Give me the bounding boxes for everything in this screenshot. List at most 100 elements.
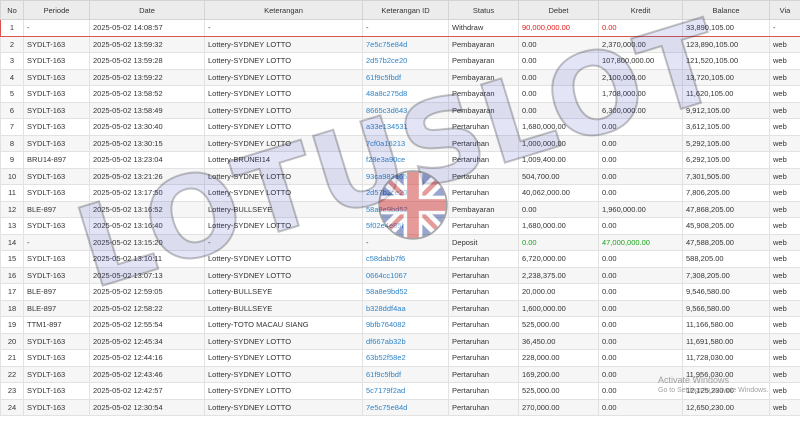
cell-kredit: 2,370,000.00: [598, 35, 683, 53]
table-row[interactable]: 16 SYDLT-163 2025-05-02 13:07:13 Lottery-SY…: [0, 266, 800, 284]
cell-kredit: 1,960,000.00: [598, 200, 683, 218]
cell-via: web: [769, 283, 800, 301]
cell-keterangan-id[interactable]: c58dabb7f6: [362, 250, 449, 268]
cell-balance: 47,588,205.00: [682, 233, 770, 251]
cell-status: Pertaruhan: [448, 316, 519, 334]
cell-keterangan-id[interactable]: f28e3a90ce: [362, 151, 449, 169]
table-row[interactable]: 5 SYDLT-163 2025-05-02 13:58:52 Lottery-SYD…: [0, 85, 800, 103]
table-row[interactable]: 12 BLE-897 2025-05-02 13:16:52 Lottery-BULL…: [0, 200, 800, 218]
cell-status: Deposit: [448, 233, 519, 251]
cell-via: web: [769, 167, 800, 185]
cell-via: web: [769, 365, 800, 383]
col-header-via[interactable]: Via: [769, 0, 800, 20]
col-header-status[interactable]: Status: [448, 0, 519, 20]
cell-no: 8: [0, 134, 24, 152]
cell-date: 2025-05-02 13:58:49: [89, 101, 205, 119]
cell-keterangan-id[interactable]: 0664cc1067: [362, 266, 449, 284]
cell-keterangan-id[interactable]: b328ddf4aa: [362, 299, 449, 317]
cell-keterangan: Lottery-SYDNEY LOTTO: [204, 250, 363, 268]
col-header-keterangan-id[interactable]: Keterangan ID: [362, 0, 449, 20]
col-header-no[interactable]: No: [0, 0, 24, 20]
cell-balance: 7,806,205.00: [682, 184, 770, 202]
table-row[interactable]: 14-2025-05-02 13:15:20- - Deposit 0.00 47,00…: [0, 233, 800, 251]
cell-debet: 6,720,000.00: [518, 250, 599, 268]
cell-no: 19: [0, 316, 24, 334]
table-row[interactable]: 19 TTM1-897 2025-05-02 12:55:54 Lottery-TOT…: [0, 316, 800, 334]
table-row[interactable]: 18 BLE-897 2025-05-02 12:58:22 Lottery-BULL…: [0, 299, 800, 317]
cell-status: Pertaruhan: [448, 283, 519, 301]
cell-debet: 20,000.00: [518, 283, 599, 301]
table-row[interactable]: 20 SYDLT-163 2025-05-02 12:45:34 Lottery-SY…: [0, 332, 800, 350]
cell-balance: 7,308,205.00: [682, 266, 770, 284]
cell-keterangan: Lottery-SYDNEY LOTTO: [204, 382, 363, 400]
cell-status: Pertaruhan: [448, 184, 519, 202]
cell-debet: 90,000,000.00: [518, 19, 599, 37]
cell-via: web: [769, 151, 800, 169]
cell-keterangan-id[interactable]: 2d57b2ce20: [362, 52, 449, 70]
cell-keterangan: Lottery-SYDNEY LOTTO: [204, 398, 363, 416]
col-header-kredit[interactable]: Kredit: [598, 0, 683, 20]
col-header-debet[interactable]: Debet: [518, 0, 599, 20]
cell-via: web: [769, 299, 800, 317]
table-row[interactable]: 8 SYDLT-163 2025-05-02 13:30:15 Lottery-SYD…: [0, 134, 800, 152]
cell-debet: 0.00: [518, 52, 599, 70]
cell-keterangan-id[interactable]: 61f9c5fbdf: [362, 365, 449, 383]
cell-debet: 270,000.00: [518, 398, 599, 416]
cell-balance: 5,292,105.00: [682, 134, 770, 152]
cell-no: 10: [0, 167, 24, 185]
cell-keterangan-id[interactable]: 48a8c275d8: [362, 85, 449, 103]
cell-status: Pertaruhan: [448, 266, 519, 284]
table-row[interactable]: 17 BLE-897 2025-05-02 12:59:05 Lottery-BULL…: [0, 283, 800, 301]
table-row[interactable]: 11 SYDLT-163 2025-05-02 13:17:50 Lottery-SY…: [0, 184, 800, 202]
cell-keterangan-id[interactable]: 5c7179f2ad: [362, 382, 449, 400]
col-header-periode[interactable]: Periode: [23, 0, 90, 20]
cell-keterangan-id: -: [362, 233, 449, 251]
table-row[interactable]: 9 BRU14-897 2025-05-02 13:23:04 Lottery-BRU…: [0, 151, 800, 169]
cell-date: 2025-05-02 13:59:28: [89, 52, 205, 70]
table-row[interactable]: 6 SYDLT-163 2025-05-02 13:58:49 Lottery-SYD…: [0, 101, 800, 119]
cell-keterangan-id[interactable]: 58a8e9bd52: [362, 283, 449, 301]
col-header-balance[interactable]: Balance: [682, 0, 770, 20]
cell-date: 2025-05-02 12:58:22: [89, 299, 205, 317]
table-row[interactable]: 15 SYDLT-163 2025-05-02 13:10:11 Lottery-SY…: [0, 250, 800, 268]
table-row[interactable]: 7 SYDLT-163 2025-05-02 13:30:40 Lottery-SYD…: [0, 118, 800, 136]
cell-debet: 169,200.00: [518, 365, 599, 383]
cell-via: web: [769, 35, 800, 53]
cell-periode: SYDLT-163: [23, 101, 90, 119]
table-row[interactable]: 22 SYDLT-163 2025-05-02 12:43:46 Lottery-SY…: [0, 365, 800, 383]
cell-via: web: [769, 266, 800, 284]
cell-keterangan-id[interactable]: 2d57b2ce20: [362, 184, 449, 202]
cell-keterangan-id[interactable]: 8665c3d643: [362, 101, 449, 119]
cell-via: web: [769, 68, 800, 86]
table-row[interactable]: 23 SYDLT-163 2025-05-02 12:42:57 Lottery-SY…: [0, 382, 800, 400]
cell-keterangan-id[interactable]: df667ab32b: [362, 332, 449, 350]
cell-keterangan-id[interactable]: 61f9c5fbdf: [362, 68, 449, 86]
col-header-date[interactable]: Date: [89, 0, 205, 20]
table-row[interactable]: 24 SYDLT-163 2025-05-02 12:30:54 Lottery-SY…: [0, 398, 800, 416]
cell-keterangan-id[interactable]: 93ca983a65: [362, 167, 449, 185]
table-row[interactable]: 13 SYDLT-163 2025-05-02 13:16:40 Lottery-SY…: [0, 217, 800, 235]
cell-no: 3: [0, 52, 24, 70]
cell-keterangan-id[interactable]: 63b52f58e2: [362, 349, 449, 367]
cell-keterangan-id[interactable]: 7cf0a16213: [362, 134, 449, 152]
cell-balance: 588,205.00: [682, 250, 770, 268]
table-row[interactable]: 4 SYDLT-163 2025-05-02 13:59:22 Lottery-SYD…: [0, 68, 800, 86]
col-header-keterangan[interactable]: Keterangan: [204, 0, 363, 20]
cell-keterangan-id[interactable]: 7e5c75e84d: [362, 35, 449, 53]
transaction-table: No Periode Date Keterangan Keterangan ID…: [0, 0, 800, 416]
table-row[interactable]: 3 SYDLT-163 2025-05-02 13:59:28 Lottery-SYD…: [0, 52, 800, 70]
cell-kredit: 0.00: [598, 134, 683, 152]
cell-kredit: 0.00: [598, 167, 683, 185]
cell-date: 2025-05-02 13:30:40: [89, 118, 205, 136]
table-row[interactable]: 2 SYDLT-163 2025-05-02 13:59:32 Lottery-SYD…: [0, 35, 800, 53]
cell-no: 21: [0, 349, 24, 367]
table-row[interactable]: 1-2025-05-02 14:08:57- - Withdraw 90,000,00…: [0, 19, 800, 37]
cell-keterangan-id[interactable]: 5f02e4e85f: [362, 217, 449, 235]
table-row[interactable]: 21 SYDLT-163 2025-05-02 12:44:16 Lottery-SY…: [0, 349, 800, 367]
cell-keterangan-id[interactable]: a33e134531: [362, 118, 449, 136]
cell-keterangan-id[interactable]: 7e5c75e84d: [362, 398, 449, 416]
cell-periode: BRU14-897: [23, 151, 90, 169]
cell-keterangan-id[interactable]: 58a8e9bd52: [362, 200, 449, 218]
table-row[interactable]: 10 SYDLT-163 2025-05-02 13:21:26 Lottery-SY…: [0, 167, 800, 185]
cell-keterangan-id[interactable]: 9bfb764082: [362, 316, 449, 334]
